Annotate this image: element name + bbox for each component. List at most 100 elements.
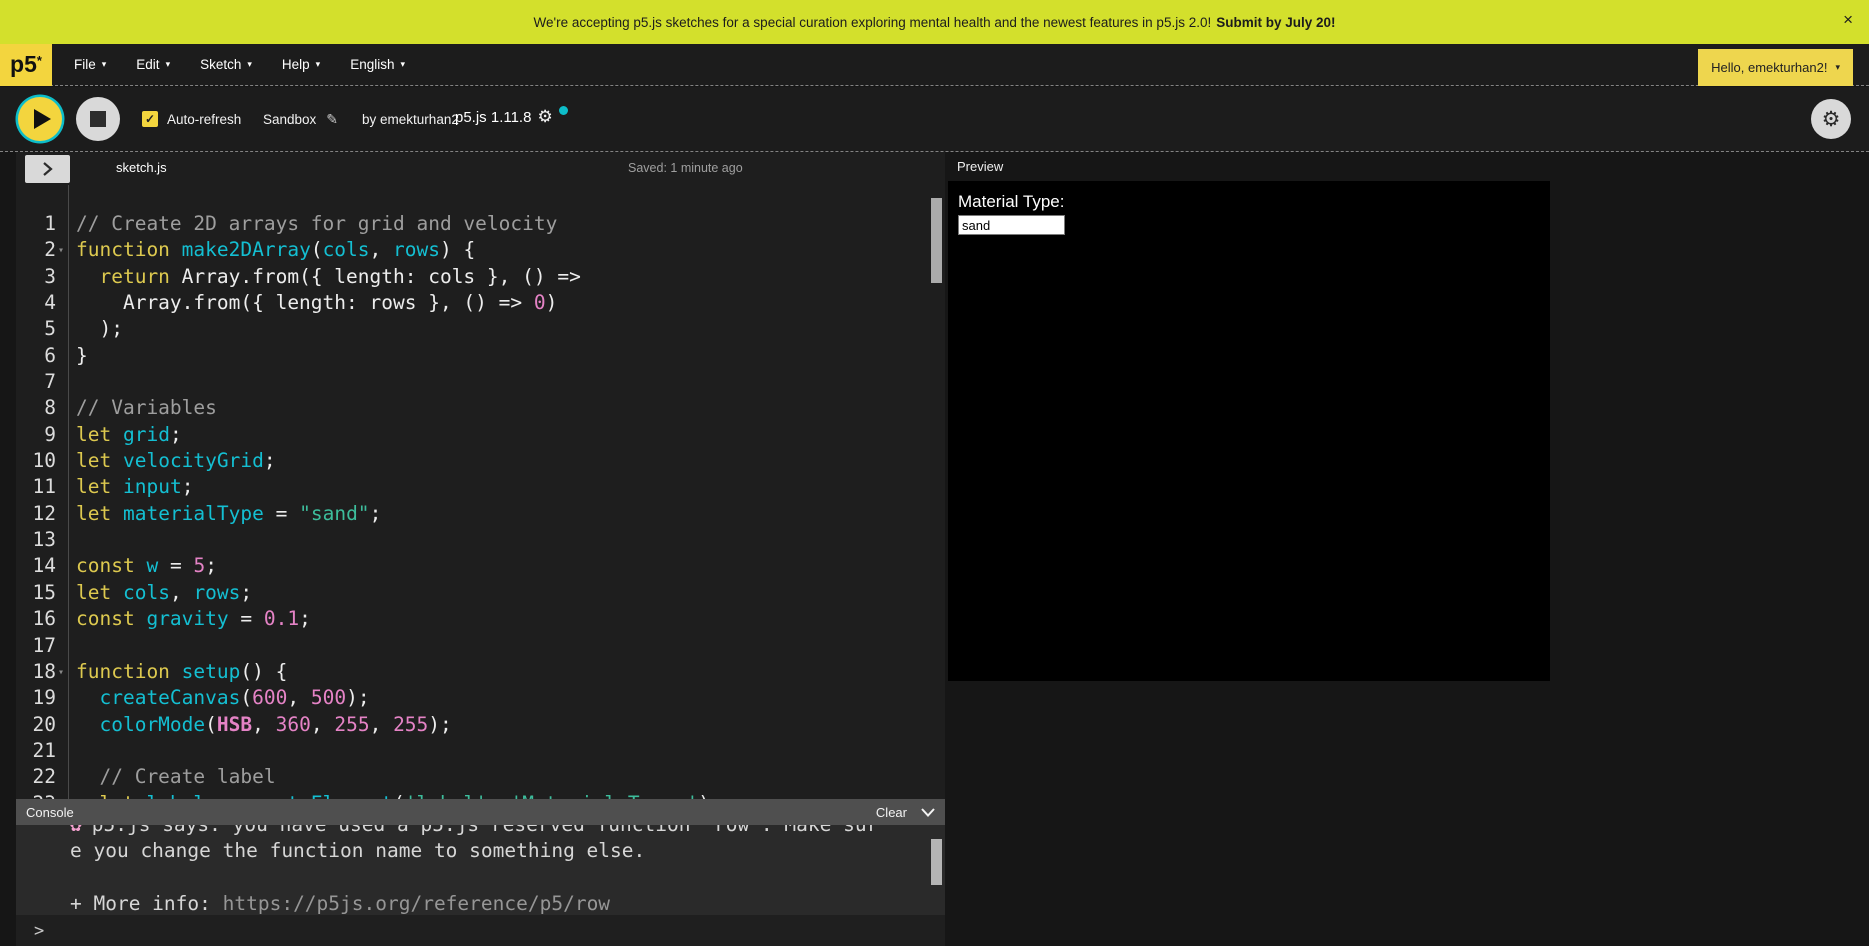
editor-pane: sketch.js Saved: 1 minute ago 1// Create… [16, 152, 945, 946]
code-line: 16const gravity = 0.1; [16, 606, 945, 632]
chevron-down-icon: ▾ [166, 59, 171, 70]
line-number: 2 [16, 237, 56, 263]
console-message-line [70, 865, 945, 891]
console-message-line: + More info: https://p5js.org/reference/… [70, 891, 945, 915]
menu-bar: File▾ Edit▾ Sketch▾ Help▾ English▾ [74, 57, 405, 72]
version-settings-icon[interactable]: ⚙ [537, 108, 552, 125]
fold-arrow-icon[interactable]: ▾ [58, 238, 64, 264]
line-number: 7 [16, 369, 56, 395]
preview-title: Preview [957, 159, 1003, 174]
fold-arrow-icon[interactable]: ▾ [58, 660, 64, 686]
line-number: 23 [16, 791, 56, 799]
console-input-row[interactable]: > [16, 915, 945, 946]
material-type-input[interactable] [958, 215, 1065, 235]
tab-sketch-js[interactable]: sketch.js [116, 160, 167, 175]
close-icon[interactable]: × [1843, 10, 1853, 30]
code-line: 21 [16, 738, 945, 764]
menu-language[interactable]: English▾ [350, 57, 405, 72]
line-number: 19 [16, 685, 56, 711]
code-line: 20 colorMode(HSB, 360, 255, 255); [16, 712, 945, 738]
line-number: 15 [16, 580, 56, 606]
code-line: 19 createCanvas(600, 500); [16, 685, 945, 711]
console-clear-button[interactable]: Clear [876, 805, 907, 820]
line-number: 4 [16, 290, 56, 316]
code-line: 17 [16, 633, 945, 659]
code-line: 5 ); [16, 316, 945, 342]
chevron-down-icon: ▾ [102, 59, 107, 70]
chevron-right-icon [42, 162, 53, 176]
line-number: 1 [16, 211, 56, 237]
notification-dot [559, 106, 568, 115]
menu-sketch[interactable]: Sketch▾ [200, 57, 252, 72]
chevron-down-icon [921, 808, 935, 817]
play-button[interactable] [18, 97, 62, 141]
code-line: 2▾function make2DArray(cols, rows) { [16, 237, 945, 263]
code-line: 23 let label = createElement('label', 'M… [16, 791, 945, 799]
line-number: 11 [16, 474, 56, 500]
preview-pane: Preview Material Type: [948, 152, 1869, 946]
code-line: 18▾function setup() { [16, 659, 945, 685]
console-message-line: e you change the function name to someth… [70, 838, 945, 864]
line-number: 22 [16, 764, 56, 790]
p5-version: p5.js 1.11.8 [455, 109, 531, 126]
gear-icon: ⚙ [1822, 107, 1841, 132]
p5-web-editor: We're accepting p5.js sketches for a spe… [0, 0, 1869, 946]
chevron-down-icon: ▾ [316, 59, 321, 70]
console-message-line: ✿p5.js says: you have used a p5.js reser… [70, 825, 945, 838]
banner-deadline[interactable]: Submit by July 20! [1216, 15, 1335, 30]
stop-icon [90, 111, 106, 127]
user-account-button[interactable]: Hello, emekturhan2! ▾ [1698, 49, 1853, 86]
edit-name-icon[interactable]: ✎ [326, 111, 338, 128]
sketch-toolbar: ✓ Auto-refresh Sandbox ✎ by emekturhan2 … [0, 87, 1869, 152]
menu-edit[interactable]: Edit▾ [136, 57, 170, 72]
console-collapse-button[interactable] [921, 808, 935, 817]
console-header[interactable]: Console Clear [16, 799, 945, 825]
line-number: 16 [16, 606, 56, 632]
auto-refresh-checkbox[interactable]: ✓ [142, 111, 158, 127]
line-number: 3 [16, 264, 56, 290]
expand-sidebar-button[interactable] [25, 155, 70, 183]
line-number: 18 [16, 659, 56, 685]
code-line: 8// Variables [16, 395, 945, 421]
console-title: Console [26, 805, 74, 820]
line-number: 9 [16, 422, 56, 448]
menu-file[interactable]: File▾ [74, 57, 106, 72]
material-type-label: Material Type: [958, 192, 1064, 212]
banner-text: We're accepting p5.js sketches for a spe… [534, 15, 1212, 30]
line-number: 14 [16, 553, 56, 579]
code-line: 10let velocityGrid; [16, 448, 945, 474]
sketch-canvas[interactable]: Material Type: [948, 181, 1550, 681]
line-number: 13 [16, 527, 56, 553]
line-number: 8 [16, 395, 56, 421]
flower-icon: ✿ [70, 825, 82, 836]
menu-help[interactable]: Help▾ [282, 57, 320, 72]
file-tab-bar: sketch.js Saved: 1 minute ago [16, 152, 945, 185]
code-line: 11let input; [16, 474, 945, 500]
code-line: 9let grid; [16, 422, 945, 448]
settings-button[interactable]: ⚙ [1811, 99, 1851, 139]
line-number: 5 [16, 316, 56, 342]
auto-refresh-label: Auto-refresh [167, 112, 241, 127]
saved-status: Saved: 1 minute ago [628, 161, 743, 175]
console-output: ✿p5.js says: you have used a p5.js reser… [16, 825, 945, 915]
line-number: 10 [16, 448, 56, 474]
line-number: 17 [16, 633, 56, 659]
nav-bar: p5* File▾ Edit▾ Sketch▾ Help▾ English▾ H… [0, 44, 1869, 86]
code-line: 13 [16, 527, 945, 553]
code-line: 4 Array.from({ length: rows }, () => 0) [16, 290, 945, 316]
play-icon [34, 109, 51, 129]
line-number: 20 [16, 712, 56, 738]
chevron-down-icon: ▾ [1835, 62, 1840, 73]
reference-link[interactable]: https://p5js.org/reference/p5/row [223, 892, 610, 915]
project-owner: by emekturhan2 [362, 112, 459, 127]
code-line: 1// Create 2D arrays for grid and veloci… [16, 211, 945, 237]
editor-scrollbar[interactable] [931, 198, 942, 283]
code-line: 22 // Create label [16, 764, 945, 790]
code-editor[interactable]: 1// Create 2D arrays for grid and veloci… [16, 185, 945, 799]
p5-logo[interactable]: p5* [0, 44, 52, 86]
line-number: 12 [16, 501, 56, 527]
code-line: 15let cols, rows; [16, 580, 945, 606]
console-scrollbar[interactable] [931, 839, 942, 885]
stop-button[interactable] [76, 97, 120, 141]
console-prompt-icon: > [34, 921, 44, 941]
